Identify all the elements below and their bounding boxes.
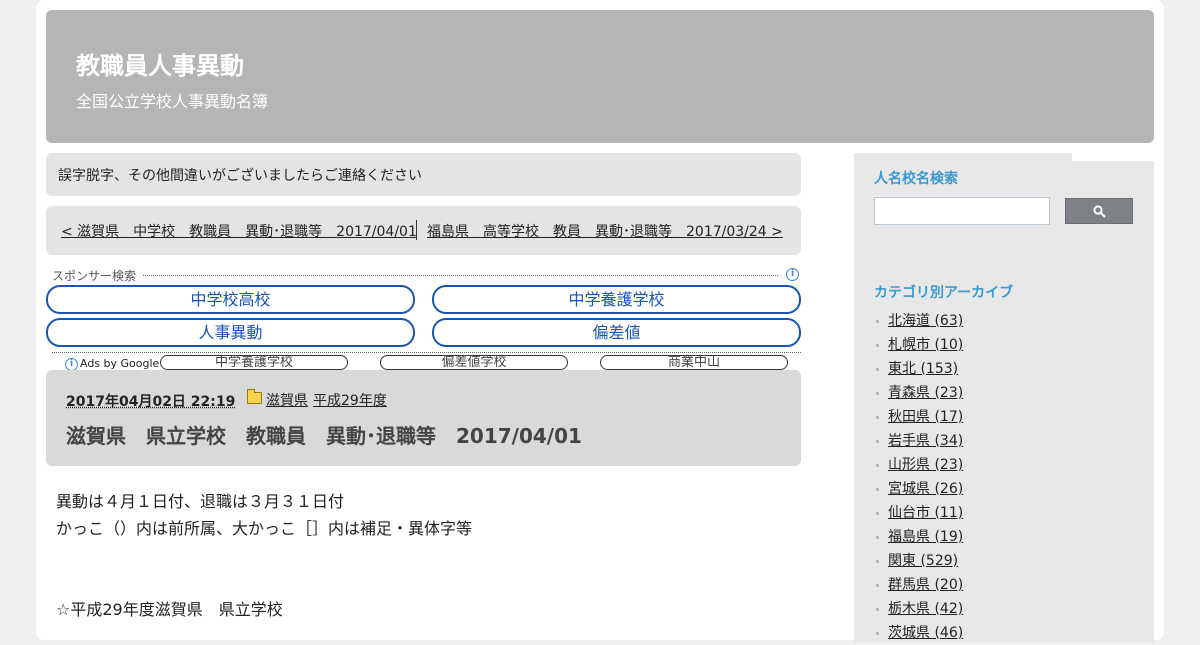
post-title: 滋賀県 県立学校 教職員 異動･退職等 2017/04/01 (66, 424, 582, 448)
category-archive-link[interactable]: 山形県 (23) (888, 457, 963, 473)
search-button[interactable] (1065, 198, 1133, 224)
ad-button[interactable]: 中学校高校 (46, 285, 415, 314)
list-item: 北海道 (63) (874, 309, 963, 333)
post-header: 2017年04月02日 22:19 滋賀県 平成29年度 滋賀県 県立学校 教職… (46, 370, 801, 466)
category-archive-list: 北海道 (63) 札幌市 (10) 東北 (153) 青森県 (23) 秋田県 … (874, 309, 963, 645)
post-navigation: < 滋賀県 中学校 教職員 異動･退職等 2017/04/01 福島県 高等学校… (46, 206, 801, 255)
notice-box: 誤字脱字、その他間違いがございましたらご連絡ください (46, 153, 801, 196)
notice-text: 誤字脱字、その他間違いがございましたらご連絡ください (58, 168, 422, 184)
ad-info-icon[interactable]: i (786, 268, 799, 281)
category-archive-link[interactable]: 仙台市 (11) (888, 505, 963, 521)
search-widget-title: 人名校名検索 (874, 171, 958, 187)
small-ad-link[interactable]: 偏差値学校 (380, 355, 568, 370)
list-item: 岩手県 (34) (874, 429, 963, 453)
site-title[interactable]: 教職員人事異動 (76, 46, 244, 81)
prev-post-link[interactable]: < 滋賀県 中学校 教職員 異動･退職等 2017/04/01 (61, 221, 417, 241)
category-archive-link[interactable]: 群馬県 (20) (888, 577, 963, 593)
list-item: 関東 (529) (874, 549, 963, 573)
category-archive-link[interactable]: 札幌市 (10) (888, 337, 963, 353)
nav-divider (416, 220, 417, 240)
list-item: 札幌市 (10) (874, 333, 963, 357)
category-archive-link[interactable]: 青森県 (23) (888, 385, 963, 401)
category-archive-link[interactable]: 茨城県 (46) (888, 625, 963, 641)
list-item: 栃木県 (42) (874, 597, 963, 621)
category-archive-link[interactable]: 岩手県 (34) (888, 433, 963, 449)
list-item: 仙台市 (11) (874, 501, 963, 525)
category-archive-link[interactable]: 宮城県 (26) (888, 481, 963, 497)
category-archive-link[interactable]: 関東 (529) (888, 553, 958, 569)
archive-widget-title: カテゴリ別アーカイブ (874, 285, 1014, 301)
list-item: 東北 (153) (874, 357, 963, 381)
post-date: 2017年04月02日 22:19 (66, 394, 236, 410)
site-header: 教職員人事異動 全国公立学校人事異動名簿 (46, 10, 1154, 143)
list-item: 秋田県 (17) (874, 405, 963, 429)
post-paragraph: かっこ（）内は前所属、大かっこ［］内は補足・異体字等 (56, 519, 473, 538)
ads-divider-bottom (52, 352, 801, 353)
list-item: 山形県 (23) (874, 453, 963, 477)
category-archive-link[interactable]: 栃木県 (42) (888, 601, 963, 617)
list-item: 福島県 (19) (874, 525, 963, 549)
search-input[interactable] (874, 197, 1050, 225)
category-archive-link[interactable]: 福島県 (19) (888, 529, 963, 545)
category-archive-link[interactable]: 東北 (153) (888, 361, 958, 377)
category-archive-link[interactable]: 秋田県 (17) (888, 409, 963, 425)
ad-button[interactable]: 偏差値 (432, 318, 801, 347)
small-ad-link[interactable]: 商業中山 (600, 355, 788, 370)
post-body: 異動は４月１日付、退職は３月３１日付 かっこ（）内は前所属、大かっこ［］内は補足… (56, 488, 472, 623)
ad-button[interactable]: 中学養護学校 (432, 285, 801, 314)
list-item: 茨城県 (46) (874, 621, 963, 645)
list-item: 群馬県 (20) (874, 573, 963, 597)
ads-by-google[interactable]: Ads by Google (80, 357, 159, 370)
search-icon (1093, 205, 1106, 218)
list-item: 宮城県 (26) (874, 477, 963, 501)
site-description: 全国公立学校人事異動名簿 (76, 92, 269, 111)
ads-divider-top (52, 275, 778, 276)
category-link[interactable]: 平成29年度 (313, 390, 387, 410)
category-archive-link[interactable]: 北海道 (63) (888, 313, 963, 329)
next-post-link[interactable]: 福島県 高等学校 教員 異動･退職等 2017/03/24 > (427, 221, 783, 241)
folder-icon (247, 389, 262, 404)
ads-label: スポンサー検索 (52, 267, 143, 284)
post-paragraph: 異動は４月１日付、退職は３月３１日付 (56, 492, 345, 511)
list-item: 青森県 (23) (874, 381, 963, 405)
small-ad-link[interactable]: 中学養護学校 (160, 355, 348, 370)
ad-button[interactable]: 人事異動 (46, 318, 415, 347)
category-link[interactable]: 滋賀県 (266, 390, 308, 410)
sidebar: 人名校名検索 カテゴリ別アーカイブ 北海道 (63) 札幌市 (10) 東北 (… (854, 153, 1154, 643)
post-paragraph: ☆平成29年度滋賀県 県立学校 (56, 600, 283, 619)
